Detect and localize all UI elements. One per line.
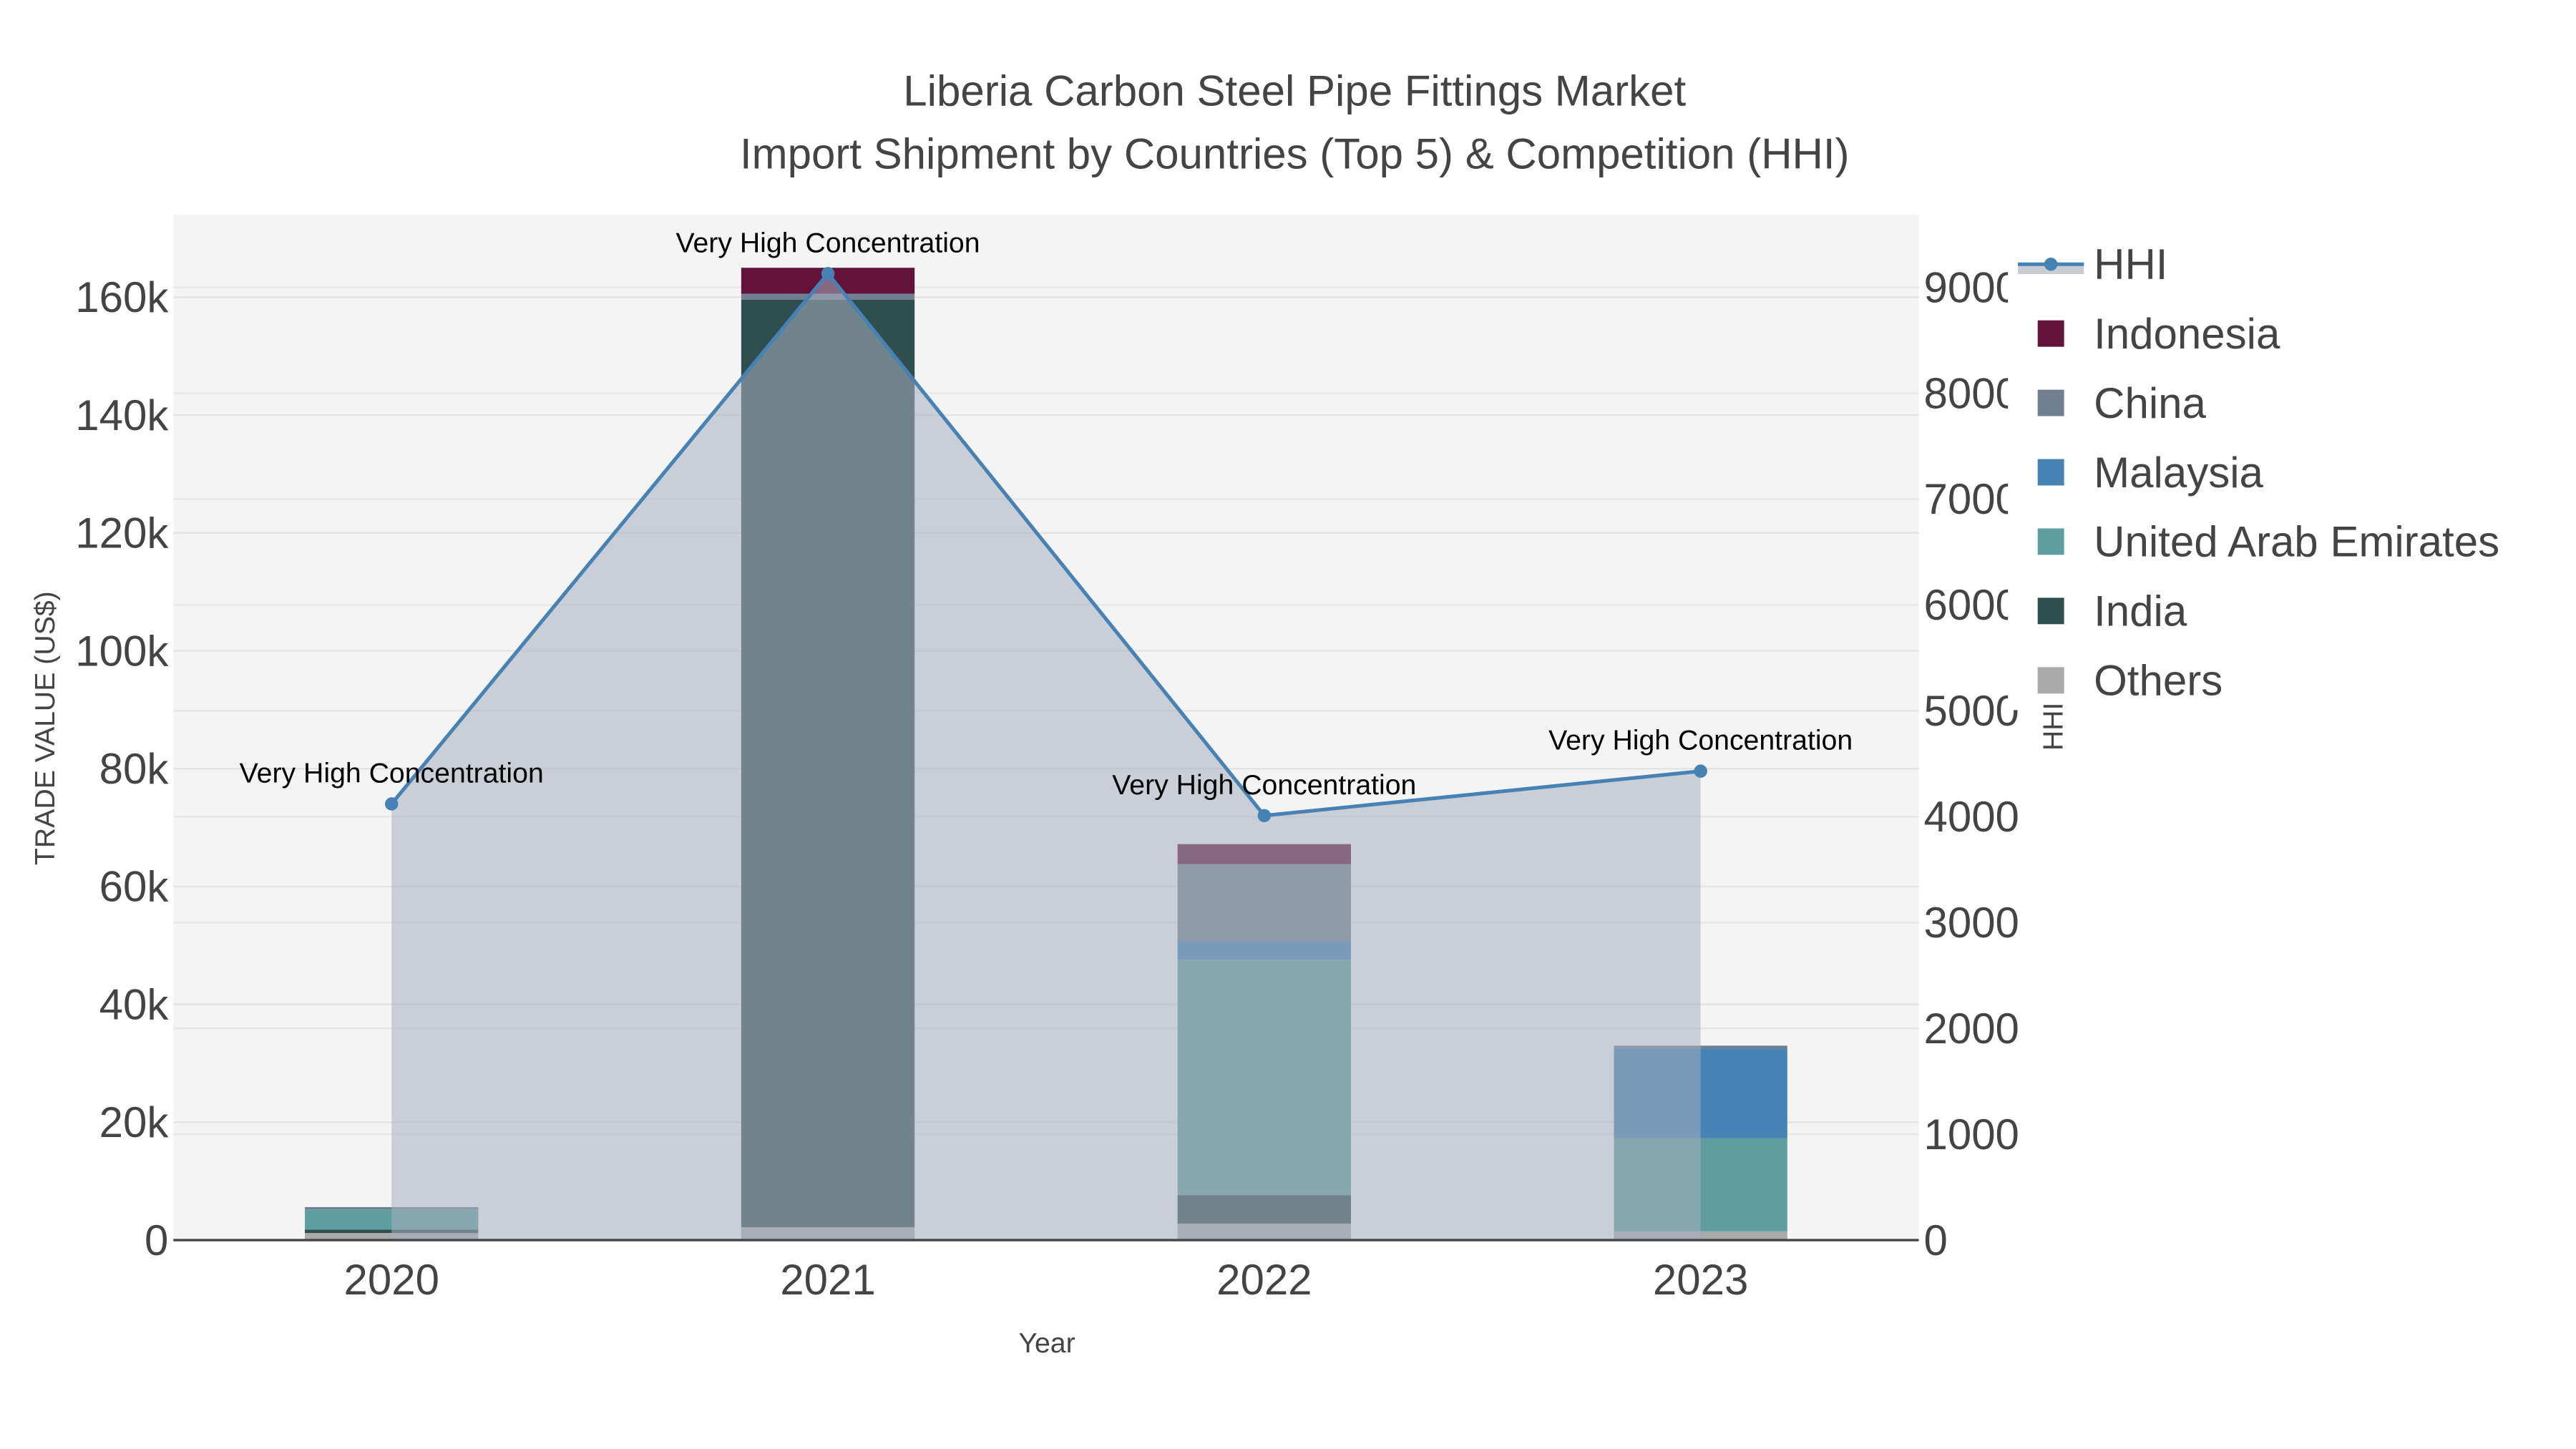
legend-swatch <box>2037 320 2064 347</box>
y2-tick-label: 0 <box>1923 1216 1947 1264</box>
legend-label: HHI <box>2094 240 2167 288</box>
y2-axis-title: HHI <box>2037 703 2069 751</box>
y-tick-label: 80k <box>99 745 170 793</box>
legend-label: China <box>2094 379 2206 427</box>
legend-hhi-marker <box>2044 258 2058 271</box>
legend-swatch <box>2037 667 2064 694</box>
y-axis-title: TRADE VALUE (US$) <box>29 591 61 865</box>
hhi-point <box>384 797 399 811</box>
y2-tick-label: 2000 <box>1923 1005 2019 1053</box>
y-tick-label: 20k <box>99 1098 170 1146</box>
legend-swatch <box>2037 597 2064 625</box>
y2-axis-ticks: 0 1000 2000 3000 4000 5000 6000 7000 8000 9000 <box>1923 263 2019 1264</box>
y2-tick-label: 8000 <box>1923 369 2019 417</box>
y2-tick-label: 3000 <box>1923 899 2019 947</box>
hhi-annotation: Very High Concentration <box>675 227 980 258</box>
x-tick-label: 2023 <box>1653 1256 1748 1304</box>
legend-swatch <box>2037 459 2064 486</box>
y-tick-label: 100k <box>75 627 169 675</box>
x-axis-ticks: 2020 2021 2022 2023 <box>343 1256 1748 1304</box>
y2-tick-label: 7000 <box>1923 475 2019 523</box>
hhi-point <box>821 267 835 280</box>
y2-tick-label: 6000 <box>1923 581 2019 629</box>
hhi-point <box>1694 764 1707 778</box>
chart-title: Liberia Carbon Steel Pipe Fittings Marke… <box>903 67 1686 115</box>
y-axis-ticks: 0 20k 40k 60k 80k 100k 120k 140k 160k <box>75 273 169 1264</box>
y-tick-label: 120k <box>75 509 169 557</box>
hhi-annotation: Very High Concentration <box>1548 725 1853 756</box>
chart-subtitle: Import Shipment by Countries (Top 5) & C… <box>740 130 1850 177</box>
legend-swatch <box>2037 389 2064 416</box>
legend-label: Others <box>2094 657 2223 705</box>
x-tick-label: 2020 <box>343 1256 439 1304</box>
x-axis-title: Year <box>1018 1327 1075 1359</box>
legend-label: India <box>2094 587 2187 635</box>
legend: HHI Indonesia China Malaysia United Arab Emi… <box>2008 223 2576 711</box>
y2-tick-label: 1000 <box>1923 1111 2019 1158</box>
y2-tick-label: 9000 <box>1923 263 2019 311</box>
hhi-annotation: Very High Concentration <box>1112 769 1416 801</box>
y-tick-label: 160k <box>75 273 169 321</box>
y2-tick-label: 5000 <box>1923 687 2019 735</box>
y-tick-label: 140k <box>75 391 169 439</box>
hhi-annotation: Very High Concentration <box>240 758 544 789</box>
y-tick-label: 0 <box>145 1216 168 1264</box>
x-tick-label: 2021 <box>780 1256 875 1304</box>
legend-label: Indonesia <box>2094 310 2280 358</box>
legend-label: United Arab Emirates <box>2094 518 2499 566</box>
y-tick-label: 40k <box>99 980 170 1028</box>
y-tick-label: 60k <box>99 863 170 911</box>
chart: Very High Concentration Very High Concent… <box>29 67 2576 1359</box>
x-tick-label: 2022 <box>1216 1256 1312 1304</box>
y2-tick-label: 4000 <box>1923 793 2019 841</box>
hhi-point <box>1257 809 1272 823</box>
legend-swatch <box>2037 528 2064 555</box>
legend-label: Malaysia <box>2094 449 2263 497</box>
legend-item-united-arab-emirates: United Arab Emirates <box>2037 518 2499 566</box>
